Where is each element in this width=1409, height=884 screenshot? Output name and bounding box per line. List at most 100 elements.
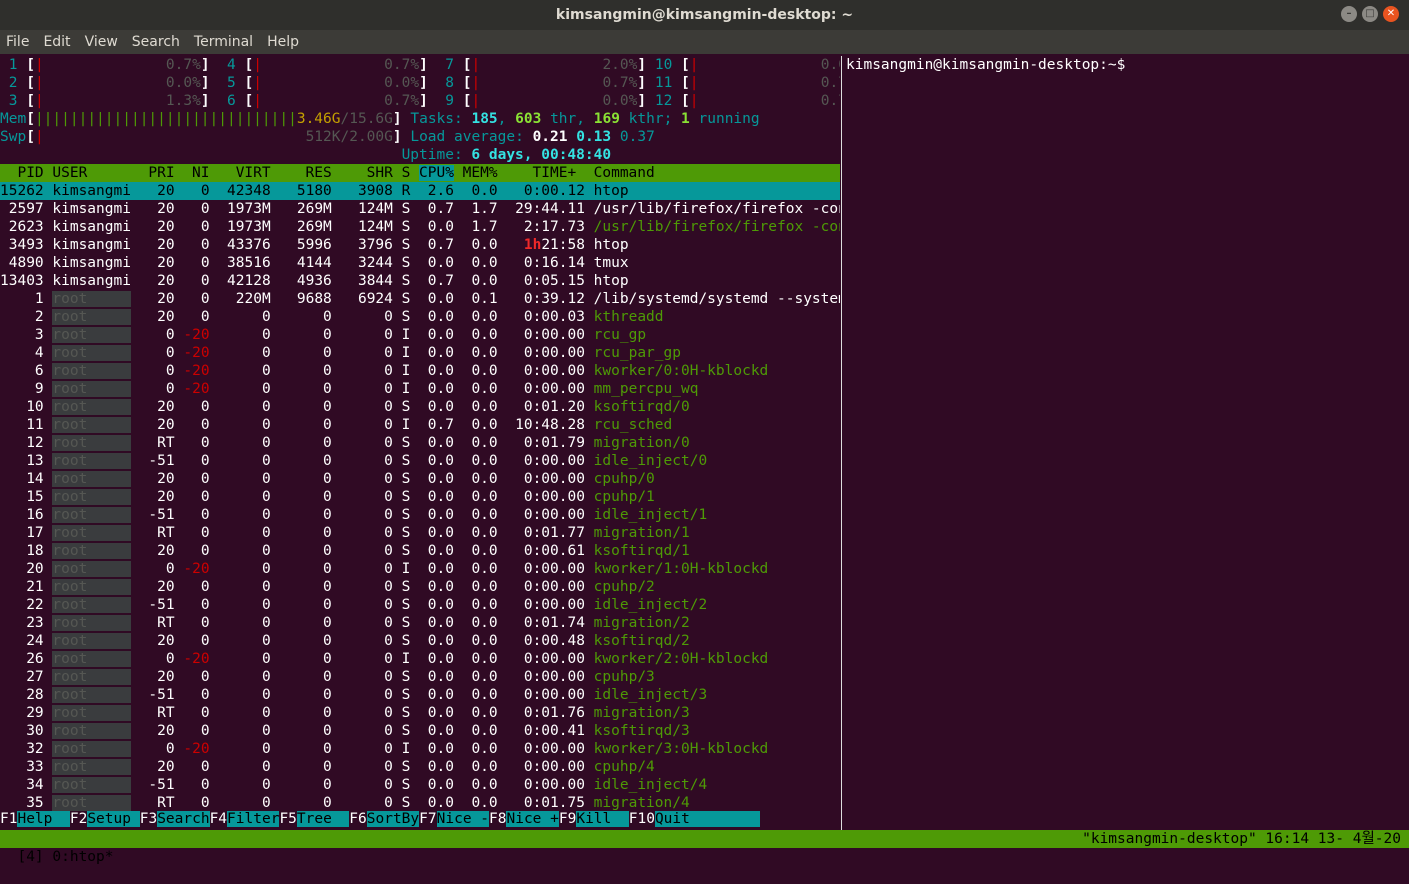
process-row[interactable]: 34 root -51 0 0 0 0 S 0.0 0.0 0:00.00 id… [0, 776, 707, 794]
process-row[interactable]: 4 root 0 -20 0 0 0 I 0.0 0.0 0:00.00 rcu… [0, 344, 681, 362]
user-cell: root [52, 651, 131, 667]
user-cell: kimsangmi [52, 183, 131, 199]
window-title: kimsangmin@kimsangmin-desktop: ~ [555, 7, 854, 23]
menu-file[interactable]: File [0, 34, 36, 50]
process-row[interactable]: 20 root 0 -20 0 0 0 I 0.0 0.0 0:00.00 kw… [0, 560, 768, 578]
menu-edit[interactable]: Edit [36, 34, 77, 50]
process-row[interactable]: 24 root 20 0 0 0 0 S 0.0 0.0 0:00.48 kso… [0, 632, 690, 650]
process-row[interactable]: 23 root RT 0 0 0 0 S 0.0 0.0 0:01.74 mig… [0, 614, 690, 632]
fkey-label-f9[interactable]: Kill [576, 811, 629, 827]
process-row[interactable]: 14 root 20 0 0 0 0 S 0.0 0.0 0:00.00 cpu… [0, 470, 655, 488]
process-row[interactable]: 21 root 20 0 0 0 0 S 0.0 0.0 0:00.00 cpu… [0, 578, 655, 596]
fkey-label-f4[interactable]: Filter [227, 811, 280, 827]
meter-bracket: ] [419, 93, 428, 109]
process-row[interactable]: 26 root 0 -20 0 0 0 I 0.0 0.0 0:00.00 kw… [0, 650, 768, 668]
menu-view[interactable]: View [78, 34, 125, 50]
user-cell: root [52, 309, 131, 325]
close-icon[interactable]: ✕ [1383, 6, 1399, 22]
command-cell: rcu_sched [584, 417, 673, 433]
window-titlebar[interactable]: kimsangmin@kimsangmin-desktop: ~ – □ ✕ [0, 0, 1409, 30]
terminal-area[interactable]: 1 [| 0.7%] 4 [| 0.7%] 7 [| 2.0%] 10 [| 0… [0, 56, 1409, 830]
time-cell: 0:00.00 [506, 741, 585, 757]
meter-bracket: [ [681, 57, 690, 73]
time-cell: 0:00.00 [506, 381, 585, 397]
command-cell: migration/3 [584, 705, 690, 721]
pri-cell: 20 [130, 723, 184, 739]
process-row[interactable]: 30 root 20 0 0 0 0 S 0.0 0.0 0:00.41 kso… [0, 722, 690, 740]
process-row[interactable]: 9 root 0 -20 0 0 0 I 0.0 0.0 0:00.00 mm_… [0, 380, 698, 398]
process-row[interactable]: 3493 kimsangmi 20 0 43376 5996 3796 S 0.… [0, 236, 629, 254]
fkey-label-f1[interactable]: Help [17, 811, 70, 827]
tasks-threads: 603 [515, 111, 542, 127]
tmux-window-list[interactable]: [4] 0:htop* [17, 849, 113, 865]
tasks-label: Tasks: [401, 111, 472, 127]
fkey-label-f5[interactable]: Tree [296, 811, 350, 827]
mem-total: /15.6G [340, 111, 393, 127]
time-hours: 1h [523, 237, 542, 253]
stats-cells: 0 0 0 S 0.0 0.0 [209, 597, 507, 613]
maximize-icon[interactable]: □ [1362, 6, 1378, 22]
process-row[interactable]: 12 root RT 0 0 0 0 S 0.0 0.0 0:01.79 mig… [0, 434, 690, 452]
menu-terminal[interactable]: Terminal [187, 34, 260, 50]
process-row[interactable]: 27 root 20 0 0 0 0 S 0.0 0.0 0:00.00 cpu… [0, 668, 655, 686]
pid-cell: 22 [0, 597, 53, 613]
fkey-label-f3[interactable]: Search [157, 811, 210, 827]
time-cell: 0:00.00 [506, 471, 585, 487]
pri-cell: -51 [130, 687, 184, 703]
fkey-label-f2[interactable]: Setup [87, 811, 140, 827]
pid-cell: 35 [0, 795, 53, 811]
stats-cells: 0 0 0 I 0.0 0.0 [209, 561, 507, 577]
process-row[interactable]: 17 root RT 0 0 0 0 S 0.0 0.0 0:01.77 mig… [0, 524, 690, 542]
stats-cells: 0 0 0 I 0.0 0.0 [209, 381, 507, 397]
ni-cell: -20 [183, 651, 210, 667]
time-cell: 0:01.74 [506, 615, 585, 631]
function-key-bar: F1Help F2Setup F3SearchF4FilterF5Tree F6… [0, 810, 760, 828]
meter-bracket: [ [462, 57, 472, 73]
command-cell: cpuhp/4 [584, 759, 655, 775]
column-header-cpu-sorted[interactable]: CPU% [419, 165, 454, 181]
process-row[interactable]: 22 root -51 0 0 0 0 S 0.0 0.0 0:00.00 id… [0, 596, 707, 614]
process-row[interactable]: 16 root -51 0 0 0 0 S 0.0 0.0 0:00.00 id… [0, 506, 707, 524]
stats-cells: 0 0 0 S 0.0 0.0 [209, 795, 507, 811]
load-15: 0.37 [619, 129, 655, 145]
pri-cell: 20 [130, 543, 184, 559]
htop-pane[interactable]: 1 [| 0.7%] 4 [| 0.7%] 7 [| 2.0%] 10 [| 0… [0, 56, 840, 830]
fkey-label-f8[interactable]: Nice + [506, 811, 559, 827]
process-row[interactable]: 3 root 0 -20 0 0 0 I 0.0 0.0 0:00.00 rcu… [0, 326, 646, 344]
cpu-id-label: 4 [218, 57, 245, 73]
process-row[interactable]: 18 root 20 0 0 0 0 S 0.0 0.0 0:00.61 kso… [0, 542, 690, 560]
process-row[interactable]: 29 root RT 0 0 0 0 S 0.0 0.0 0:01.76 mig… [0, 704, 690, 722]
process-row[interactable]: 15 root 20 0 0 0 0 S 0.0 0.0 0:00.00 cpu… [0, 488, 655, 506]
process-row[interactable]: 6 root 0 -20 0 0 0 I 0.0 0.0 0:00.00 kwo… [0, 362, 768, 380]
process-row[interactable]: 28 root -51 0 0 0 0 S 0.0 0.0 0:00.00 id… [0, 686, 707, 704]
process-row[interactable]: 10 root 20 0 0 0 0 S 0.0 0.0 0:01.20 kso… [0, 398, 690, 416]
process-row[interactable]: 33 root 20 0 0 0 0 S 0.0 0.0 0:00.00 cpu… [0, 758, 655, 776]
pid-cell: 10 [0, 399, 53, 415]
process-row[interactable]: 1 root 20 0 220M 9688 6924 S 0.0 0.1 0:3… [0, 290, 840, 308]
process-row[interactable]: 13 root -51 0 0 0 0 S 0.0 0.0 0:00.00 id… [0, 452, 707, 470]
pri-cell: 20 [130, 183, 184, 199]
process-row[interactable]: 4890 kimsangmi 20 0 38516 4144 3244 S 0.… [0, 254, 629, 272]
fkey-label-f7[interactable]: Nice - [436, 811, 490, 827]
cpu-bar: | [34, 57, 44, 73]
fkey-label-f10[interactable]: Quit [654, 811, 690, 827]
pri-cell: 0 [130, 345, 184, 361]
shell-prompt[interactable]: kimsangmin@kimsangmin-desktop:~$ [846, 56, 1125, 74]
pri-cell: 0 [130, 741, 184, 757]
process-row[interactable]: 32 root 0 -20 0 0 0 I 0.0 0.0 0:00.00 kw… [0, 740, 768, 758]
process-row[interactable]: 15262 kimsangmi 20 0 42348 5180 3908 R 2… [0, 182, 840, 200]
process-row[interactable]: 13403 kimsangmi 20 0 42128 4936 3844 S 0… [0, 272, 629, 290]
minimize-icon[interactable]: – [1341, 6, 1357, 22]
fkey-label-f6[interactable]: SortBy [366, 811, 420, 827]
time-cell: 0:00.00 [506, 345, 585, 361]
menu-help[interactable]: Help [260, 34, 306, 50]
ni-cell: 0 [183, 399, 210, 415]
process-row[interactable]: 11 root 20 0 0 0 0 I 0.7 0.0 10:48.28 rc… [0, 416, 672, 434]
process-row[interactable]: 2 root 20 0 0 0 0 S 0.0 0.0 0:00.03 kthr… [0, 308, 664, 326]
pane-divider[interactable] [841, 56, 842, 830]
user-cell: root [52, 759, 131, 775]
process-row[interactable]: 2597 kimsangmi 20 0 1973M 269M 124M S 0.… [0, 200, 840, 218]
process-row[interactable]: 2623 kimsangmi 20 0 1973M 269M 124M S 0.… [0, 218, 840, 236]
menu-search[interactable]: Search [125, 34, 187, 50]
